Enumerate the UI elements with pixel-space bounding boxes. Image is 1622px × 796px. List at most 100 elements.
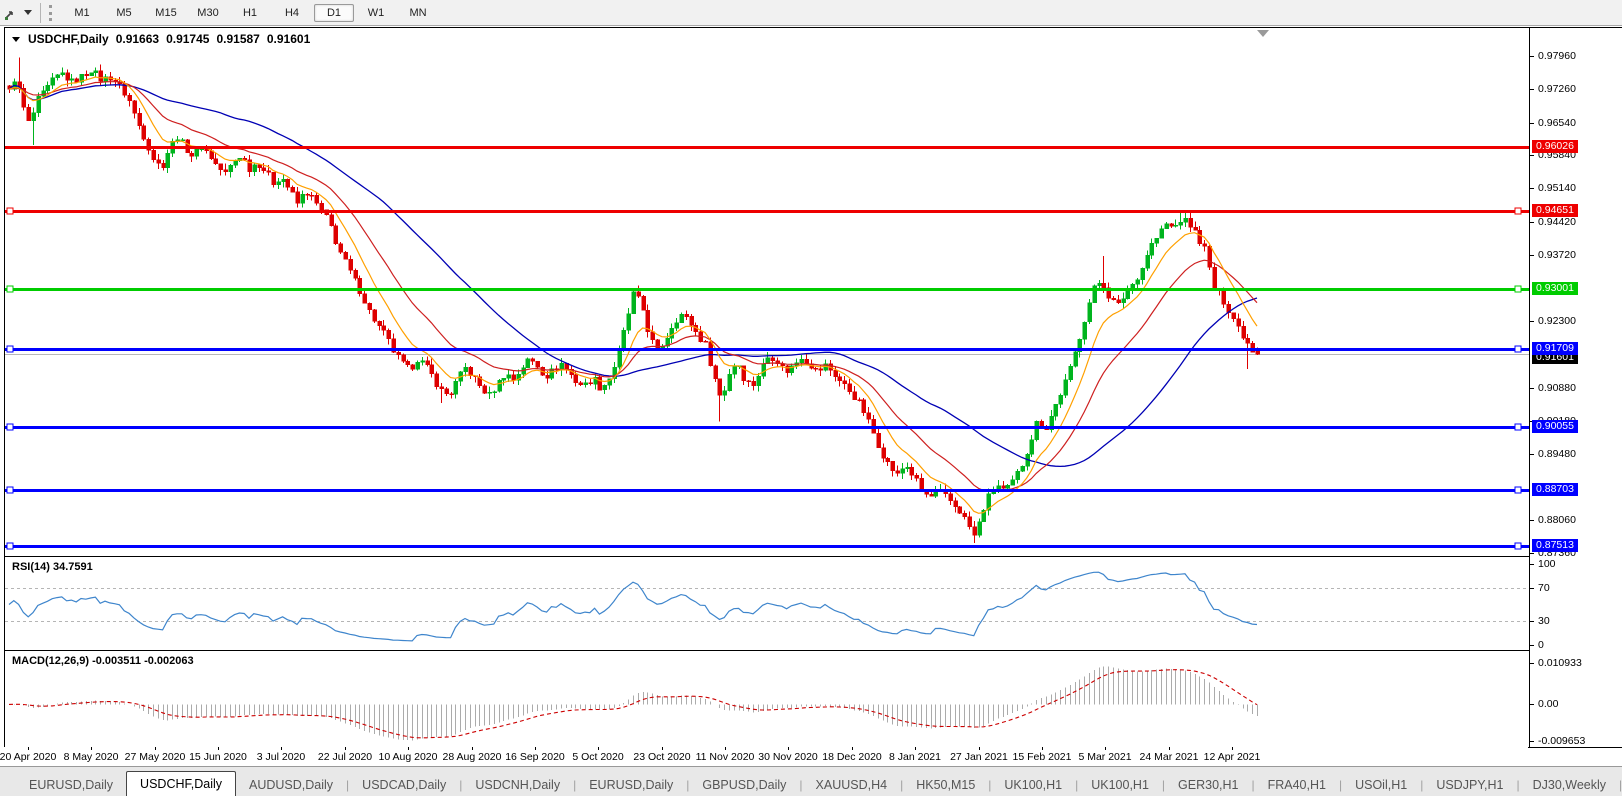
chevron-down-icon[interactable] — [24, 10, 32, 15]
timeframe-button-h4[interactable]: H4 — [272, 4, 312, 22]
toolbar-divider — [40, 3, 41, 23]
chart-tab-xauusd-h4[interactable]: XAUUSD,H4 — [803, 775, 901, 796]
timeframe-button-mn[interactable]: MN — [398, 4, 438, 22]
main-chart-svg[interactable] — [5, 28, 1529, 556]
chart-tab-uk100-h1[interactable]: UK100,H1 — [1078, 775, 1162, 796]
timeframe-button-d1[interactable]: D1 — [314, 4, 354, 22]
date-axis-label: 15 Feb 2021 — [1013, 751, 1072, 763]
date-tick-mark — [408, 747, 409, 750]
timeframe-button-m30[interactable]: M30 — [188, 4, 228, 22]
axis-tick-mark — [1530, 255, 1534, 256]
chart-tab-usdchf-daily[interactable]: USDCHF,Daily — [126, 771, 236, 796]
macd-pane-svg[interactable] — [5, 652, 1529, 746]
price-axis-label: 0.96540 — [1538, 117, 1576, 129]
line-handle[interactable] — [1515, 346, 1521, 352]
macd-axis-label: 0.010933 — [1538, 657, 1582, 669]
line-handle[interactable] — [7, 424, 13, 430]
price-axis-label: 0.95140 — [1538, 182, 1576, 194]
date-tick-mark — [1232, 747, 1233, 750]
axis-tick-mark — [1530, 123, 1534, 124]
chart-area: USDCHF,Daily 0.91663 0.91745 0.91587 0.9… — [4, 27, 1622, 748]
level-price-chip: 0.87513 — [1532, 539, 1578, 552]
date-tick-mark — [1042, 747, 1043, 750]
ohlc-high: 0.91745 — [166, 32, 209, 46]
chart-tab-hk50-m15[interactable]: HK50,M15 — [903, 775, 988, 796]
candlesticks — [8, 57, 1260, 543]
price-axis-label: 0.97960 — [1538, 50, 1576, 62]
ma-mid-line — [9, 82, 1257, 491]
chart-tab-usdcnh-daily[interactable]: USDCNH,Daily — [462, 775, 573, 796]
axis-tick-mark — [1530, 520, 1534, 521]
date-axis-label: 11 Nov 2020 — [696, 751, 755, 763]
pane-divider[interactable] — [5, 556, 1622, 557]
level-price-chip: 0.91709 — [1532, 342, 1578, 355]
timeframe-button-w1[interactable]: W1 — [356, 4, 396, 22]
date-axis-label: 28 Aug 2020 — [443, 751, 502, 763]
line-handle[interactable] — [7, 487, 13, 493]
price-axis-label: 0.89480 — [1538, 448, 1576, 460]
toolbar-grip-handle[interactable] — [49, 5, 55, 21]
level-price-chip: 0.88703 — [1532, 483, 1578, 496]
line-handle[interactable] — [7, 346, 13, 352]
chart-tab-uk100-h1[interactable]: UK100,H1 — [991, 775, 1075, 796]
timeframe-buttons: M1M5M15M30H1H4D1W1MN — [61, 4, 439, 22]
axis-tick-mark — [1530, 222, 1534, 223]
axis-tick-mark — [1530, 588, 1534, 589]
date-tick-mark — [788, 747, 789, 750]
chart-tab-eurusd-daily[interactable]: EURUSD,Daily — [576, 775, 686, 796]
line-handle[interactable] — [1515, 424, 1521, 430]
date-tick-mark — [662, 747, 663, 750]
date-tick-mark — [725, 747, 726, 750]
date-axis-label: 18 Dec 2020 — [822, 751, 882, 763]
date-tick-mark — [281, 747, 282, 750]
date-axis-label: 16 Sep 2020 — [505, 751, 565, 763]
price-axis-label: 0.88060 — [1538, 514, 1576, 526]
timeframe-button-m5[interactable]: M5 — [104, 4, 144, 22]
date-axis[interactable]: 20 Apr 20208 May 202027 May 202015 Jun 2… — [4, 747, 1528, 765]
chart-tab-eurusd-daily[interactable]: EURUSD,Daily — [16, 775, 126, 796]
axis-tick-mark — [1530, 155, 1534, 156]
date-axis-label: 12 Apr 2021 — [1204, 751, 1261, 763]
timeframe-button-m15[interactable]: M15 — [146, 4, 186, 22]
rsi-pane-svg[interactable] — [5, 558, 1529, 650]
axis-tick-mark — [1530, 188, 1534, 189]
chart-tab-usoil-h1[interactable]: USOil,H1 — [1342, 775, 1420, 796]
chart-shift-marker-icon[interactable] — [1257, 30, 1269, 37]
date-tick-mark — [1105, 747, 1106, 750]
price-axis[interactable]: 0.979600.972600.965400.958400.951400.944… — [1529, 28, 1622, 747]
line-handle[interactable] — [1515, 543, 1521, 549]
axis-tick-mark — [1530, 321, 1534, 322]
level-price-chip: 0.94651 — [1532, 204, 1578, 217]
macd-label: MACD(12,26,9) -0.003511 -0.002063 — [12, 655, 194, 667]
date-axis-label: 15 Jun 2020 — [189, 751, 247, 763]
date-axis-label: 5 Mar 2021 — [1078, 751, 1131, 763]
chart-tab-usdjpy-h1[interactable]: USDJPY,H1 — [1423, 775, 1516, 796]
chart-tab-usdcad-daily[interactable]: USDCAD,Daily — [349, 775, 459, 796]
chart-tab-dj30-weekly[interactable]: DJ30,Weekly — [1520, 775, 1619, 796]
date-tick-mark — [91, 747, 92, 750]
cursor-tool-icon[interactable] — [2, 5, 20, 21]
line-handle[interactable] — [1515, 487, 1521, 493]
chart-tab-ger30-h1[interactable]: GER30,H1 — [1165, 775, 1251, 796]
timeframe-button-h1[interactable]: H1 — [230, 4, 270, 22]
cursor-tool-glyph — [4, 6, 18, 20]
axis-tick-mark — [1530, 564, 1534, 565]
pane-divider[interactable] — [5, 650, 1622, 651]
price-axis-label: 0.97260 — [1538, 83, 1576, 95]
date-axis-label: 24 Mar 2021 — [1140, 751, 1199, 763]
line-handle[interactable] — [7, 208, 13, 214]
line-handle[interactable] — [7, 543, 13, 549]
date-axis-label: 5 Oct 2020 — [572, 751, 623, 763]
axis-tick-mark — [1530, 645, 1534, 646]
line-handle[interactable] — [1515, 208, 1521, 214]
price-axis-label: 0.92300 — [1538, 315, 1576, 327]
date-tick-mark — [915, 747, 916, 750]
line-handle[interactable] — [7, 286, 13, 292]
chart-tab-gbpusd-daily[interactable]: GBPUSD,Daily — [689, 775, 799, 796]
rsi-axis-label: 0 — [1538, 639, 1544, 651]
symbol-dropdown-icon[interactable] — [12, 37, 20, 42]
chart-tab-fra40-h1[interactable]: FRA40,H1 — [1255, 775, 1339, 796]
chart-tab-audusd-daily[interactable]: AUDUSD,Daily — [236, 775, 346, 796]
timeframe-button-m1[interactable]: M1 — [62, 4, 102, 22]
line-handle[interactable] — [1515, 286, 1521, 292]
